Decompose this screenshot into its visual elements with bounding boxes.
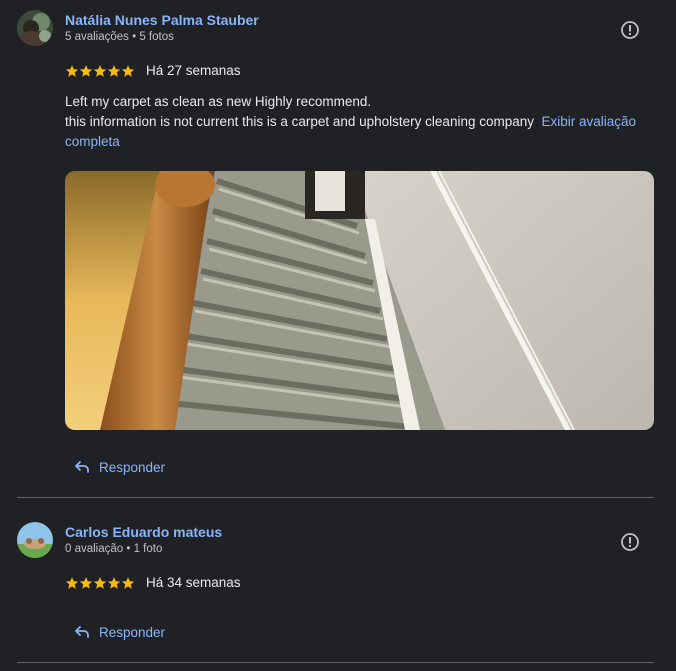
exclamation-circle-icon <box>621 533 639 551</box>
reply-button[interactable]: Responder <box>74 456 165 478</box>
star-icon <box>93 577 107 589</box>
reviewer-meta: 5 avaliações • 5 fotos <box>65 31 174 43</box>
star-icon <box>65 577 79 589</box>
review-text-line-2: this information is not current this is … <box>65 114 534 129</box>
review-text: Left my carpet as clean as new Highly re… <box>65 92 645 152</box>
reviewer-avatar[interactable] <box>17 522 53 558</box>
review-divider <box>17 662 654 663</box>
star-icon <box>65 65 79 77</box>
reviewer-avatar[interactable] <box>17 10 53 46</box>
star-rating <box>65 64 135 80</box>
reviewer-meta: 0 avaliação • 1 foto <box>65 543 163 555</box>
exclamation-circle-icon <box>621 21 639 39</box>
star-icon <box>121 65 135 77</box>
reply-button[interactable]: Responder <box>74 621 165 643</box>
reply-label: Responder <box>99 624 166 640</box>
reviewer-name[interactable]: Natália Nunes Palma Stauber <box>65 12 259 28</box>
review-card: Natália Nunes Palma Stauber 5 avaliações… <box>0 0 676 497</box>
star-icon <box>93 65 107 77</box>
star-icon <box>121 577 135 589</box>
review-photo[interactable] <box>65 171 654 430</box>
review-text-line: Left my carpet as clean as new Highly re… <box>65 94 372 109</box>
report-button[interactable] <box>620 532 640 552</box>
reviewer-name[interactable]: Carlos Eduardo mateus <box>65 524 222 540</box>
reply-arrow-icon <box>75 626 89 638</box>
reply-arrow-icon <box>75 461 89 473</box>
review-divider <box>17 497 654 498</box>
report-button[interactable] <box>620 20 640 40</box>
star-icon <box>107 577 121 589</box>
star-icon <box>79 65 93 77</box>
reply-label: Responder <box>99 459 166 475</box>
review-text-line: this information is not current this is … <box>65 112 645 152</box>
star-icon <box>107 65 121 77</box>
star-rating <box>65 576 135 592</box>
review-time: Há 27 semanas <box>146 63 241 78</box>
review-time: Há 34 semanas <box>146 575 241 590</box>
star-icon <box>79 577 93 589</box>
